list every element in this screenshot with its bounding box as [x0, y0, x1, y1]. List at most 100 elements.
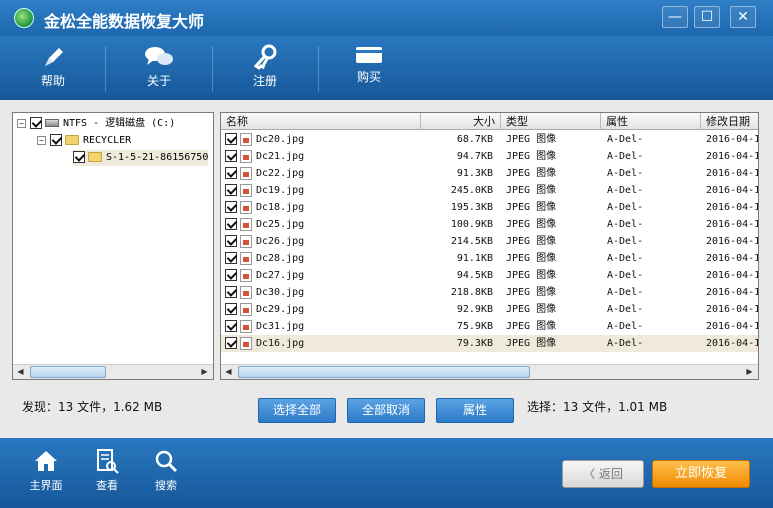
- found-status: 发现：13 文件，1.62 MB: [22, 400, 163, 414]
- file-date: 2016-04-1: [706, 287, 759, 298]
- file-row[interactable]: Dc21.jpg 94.7KB JPEG 图像 A-Del- 2016-04-1: [221, 148, 758, 165]
- main-content: − NTFS - 逻辑磁盘 (C:) − RECYCLER S-1-5-21-861…: [0, 100, 773, 438]
- row-checkbox[interactable]: [225, 303, 237, 315]
- file-row[interactable]: Dc25.jpg 100.9KB JPEG 图像 A-Del- 2016-04-1: [221, 216, 758, 233]
- sid-folder-checkbox[interactable]: [73, 151, 85, 163]
- file-size: 94.5KB: [456, 270, 493, 281]
- view-button[interactable]: 查看: [77, 448, 137, 493]
- file-type: JPEG 图像: [506, 338, 557, 349]
- recycler-checkbox[interactable]: [50, 134, 62, 146]
- row-checkbox[interactable]: [225, 252, 237, 264]
- file-row[interactable]: Dc22.jpg 91.3KB JPEG 图像 A-Del- 2016-04-1: [221, 165, 758, 182]
- row-checkbox[interactable]: [225, 133, 237, 145]
- file-date: 2016-04-1: [706, 253, 759, 264]
- tree-node-drive[interactable]: − NTFS - 逻辑磁盘 (C:): [17, 116, 175, 132]
- maximize-button[interactable]: ☐: [694, 6, 720, 28]
- about-label: 关于: [146, 74, 171, 88]
- scroll-thumb[interactable]: [238, 366, 530, 378]
- close-button[interactable]: ✕: [730, 6, 756, 28]
- row-checkbox[interactable]: [225, 269, 237, 281]
- row-checkbox[interactable]: [225, 184, 237, 196]
- back-button[interactable]: 〈 返回: [562, 460, 644, 488]
- tree-node-sid-folder[interactable]: S-1-5-21-86156750: [73, 150, 209, 166]
- file-size: 68.7KB: [456, 134, 493, 145]
- file-size: 100.9KB: [450, 219, 493, 230]
- file-row[interactable]: Dc29.jpg 92.9KB JPEG 图像 A-Del- 2016-04-1: [221, 301, 758, 318]
- file-row[interactable]: Dc28.jpg 91.1KB JPEG 图像 A-Del- 2016-04-1: [221, 250, 759, 267]
- file-name: Dc16.jpg: [256, 338, 305, 349]
- recover-now-button[interactable]: 立即恢复: [652, 460, 750, 488]
- directory-tree: − NTFS - 逻辑磁盘 (C:) − RECYCLER S-1-5-21-861…: [12, 112, 214, 380]
- file-attributes: A-Del-: [607, 287, 644, 298]
- file-attributes: A-Del-: [607, 202, 644, 213]
- row-checkbox[interactable]: [225, 150, 237, 162]
- about-button[interactable]: 关于: [124, 40, 194, 96]
- file-size: 91.3KB: [456, 168, 493, 179]
- row-checkbox[interactable]: [225, 218, 237, 230]
- file-row[interactable]: Dc19.jpg 245.0KB JPEG 图像 A-Del- 2016-04-1: [221, 182, 758, 199]
- hard-drive-icon: [45, 119, 59, 127]
- file-attributes: A-Del-: [607, 270, 644, 281]
- file-row[interactable]: Dc26.jpg 214.5KB JPEG 图像 A-Del- 2016-04-1: [221, 233, 759, 250]
- collapse-icon[interactable]: −: [17, 118, 26, 128]
- scroll-thumb[interactable]: [30, 366, 106, 378]
- file-row[interactable]: Dc27.jpg 94.5KB JPEG 图像 A-Del- 2016-04-1: [221, 267, 759, 284]
- key-icon: [253, 44, 277, 70]
- select-all-button[interactable]: 选择全部: [258, 398, 336, 423]
- minimize-button[interactable]: —: [662, 6, 688, 28]
- row-checkbox[interactable]: [225, 167, 237, 179]
- selected-status: 选择：13 文件，1.01 MB: [527, 400, 668, 414]
- file-name: Dc30.jpg: [256, 287, 305, 298]
- file-date: 2016-04-1: [706, 236, 759, 247]
- file-row[interactable]: Dc18.jpg 195.3KB JPEG 图像 A-Del- 2016-04-1: [221, 199, 758, 216]
- file-name: Dc19.jpg: [256, 185, 305, 196]
- row-checkbox[interactable]: [225, 286, 237, 298]
- list-horizontal-scrollbar[interactable]: ◀ ▶: [221, 364, 758, 379]
- file-row[interactable]: Dc30.jpg 218.8KB JPEG 图像 A-Del- 2016-04-1: [221, 284, 759, 301]
- search-button[interactable]: 搜索: [136, 448, 196, 493]
- drive-checkbox[interactable]: [30, 117, 42, 129]
- help-button[interactable]: 帮助: [18, 40, 88, 96]
- column-header-type[interactable]: 类型: [501, 113, 601, 130]
- file-size: 75.9KB: [456, 321, 493, 332]
- file-date: 2016-04-1: [706, 270, 759, 281]
- column-header-name[interactable]: 名称: [221, 113, 421, 130]
- top-toolbar: 帮助 关于 注册 购买: [0, 36, 773, 100]
- buy-button[interactable]: 购买: [334, 40, 404, 96]
- properties-button[interactable]: 属性: [436, 398, 514, 423]
- file-row[interactable]: Dc16.jpg 79.3KB JPEG 图像 A-Del- 2016-04-1: [221, 335, 758, 352]
- scroll-right-icon[interactable]: ▶: [742, 365, 757, 379]
- tree-node-recycler[interactable]: − RECYCLER: [37, 133, 131, 149]
- jpg-file-icon: [240, 201, 252, 214]
- home-button[interactable]: 主界面: [16, 448, 76, 493]
- deselect-all-button[interactable]: 全部取消: [347, 398, 425, 423]
- jpg-file-icon: [240, 167, 252, 180]
- scroll-left-icon[interactable]: ◀: [221, 365, 236, 379]
- scroll-left-icon[interactable]: ◀: [13, 365, 28, 379]
- recycler-label: RECYCLER: [83, 135, 132, 146]
- collapse-icon[interactable]: −: [37, 135, 46, 145]
- jpg-file-icon: [240, 337, 252, 350]
- jpg-file-icon: [240, 303, 252, 316]
- register-button[interactable]: 注册: [230, 40, 300, 96]
- row-checkbox[interactable]: [225, 320, 237, 332]
- file-type: JPEG 图像: [506, 202, 557, 213]
- tree-horizontal-scrollbar[interactable]: ◀ ▶: [13, 364, 213, 379]
- row-checkbox[interactable]: [225, 201, 237, 213]
- column-header-attributes[interactable]: 属性: [601, 113, 701, 130]
- chat-bubbles-icon: [145, 47, 173, 65]
- file-size: 79.3KB: [456, 338, 493, 349]
- buy-label: 购买: [356, 70, 381, 84]
- file-type: JPEG 图像: [506, 270, 557, 281]
- file-size: 94.7KB: [456, 151, 493, 162]
- file-row[interactable]: Dc31.jpg 75.9KB JPEG 图像 A-Del- 2016-04-1: [221, 318, 758, 335]
- row-checkbox[interactable]: [225, 337, 237, 349]
- file-type: JPEG 图像: [506, 219, 557, 230]
- column-header-size[interactable]: 大小: [421, 113, 501, 130]
- search-label: 搜索: [155, 479, 177, 492]
- scroll-right-icon[interactable]: ▶: [197, 365, 212, 379]
- row-checkbox[interactable]: [225, 235, 237, 247]
- file-row[interactable]: Dc20.jpg 68.7KB JPEG 图像 A-Del- 2016-04-1: [221, 131, 758, 148]
- file-type: JPEG 图像: [506, 151, 557, 162]
- column-header-date[interactable]: 修改日期: [701, 113, 758, 130]
